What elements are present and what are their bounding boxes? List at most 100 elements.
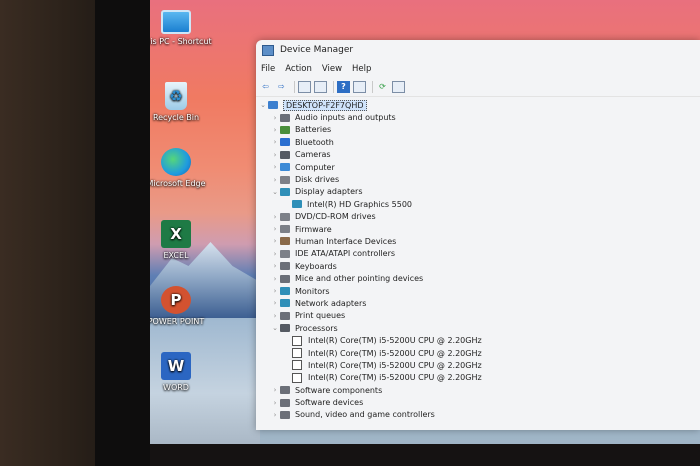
tree-category-label: Processors [295, 323, 338, 333]
menu-view[interactable]: View [317, 64, 347, 74]
desktop-icon-this-pc[interactable]: This PC - Shortcut [150, 10, 216, 47]
tree-category[interactable]: › Software devices [256, 396, 700, 408]
chevron-right-icon[interactable]: › [270, 237, 280, 245]
chevron-right-icon[interactable]: › [270, 312, 280, 320]
tree-category[interactable]: ⌄ Processors [256, 322, 700, 334]
tree-category[interactable]: › Mice and other pointing devices [256, 272, 700, 284]
chevron-right-icon[interactable]: › [270, 411, 280, 419]
tree-category[interactable]: › IDE ATA/ATAPI controllers [256, 248, 700, 260]
desktop-icon-edge[interactable]: Microsoft Edge [150, 148, 216, 189]
tree-category-label: Cameras [295, 150, 331, 160]
disk-icon [280, 175, 290, 184]
chevron-right-icon[interactable]: › [270, 176, 280, 184]
desktop-icon-recycle-bin[interactable]: ♻ Recycle Bin [150, 82, 216, 123]
tree-category[interactable]: › Keyboards [256, 260, 700, 272]
menu-help[interactable]: Help [347, 64, 376, 74]
tree-category[interactable]: › Software components [256, 384, 700, 396]
software-icon [280, 386, 290, 395]
toolbar-separator [372, 80, 373, 93]
tree-category-label: DVD/CD-ROM drives [295, 212, 376, 222]
tree-device-label: Intel(R) Core(TM) i5-5200U CPU @ 2.20GHz [308, 336, 482, 346]
chevron-right-icon[interactable]: › [270, 275, 280, 283]
tree-category[interactable]: › Print queues [256, 310, 700, 322]
tree-category[interactable]: › Computer [256, 161, 700, 173]
menu-action[interactable]: Action [280, 64, 317, 74]
chevron-right-icon[interactable]: › [270, 399, 280, 407]
tree-category-label: Audio inputs and outputs [295, 113, 396, 123]
forward-icon[interactable]: ⇨ [275, 81, 288, 93]
tree-category[interactable]: › Monitors [256, 285, 700, 297]
camera-icon [280, 150, 290, 159]
firmware-icon [280, 225, 290, 234]
help-icon[interactable]: ? [337, 80, 350, 93]
desktop-icon-excel[interactable]: X EXCEL [150, 220, 216, 261]
tree-device[interactable]: Intel(R) Core(TM) i5-5200U CPU @ 2.20GHz [256, 347, 700, 359]
desktop-icon-word[interactable]: W WORD [150, 352, 216, 393]
tree-category-label: IDE ATA/ATAPI controllers [295, 249, 396, 259]
desktop-icon-label: Microsoft Edge [150, 179, 206, 188]
tree-category-label: Firmware [295, 224, 332, 234]
excel-icon: X [161, 220, 191, 248]
tree-category-label: Keyboards [295, 261, 337, 271]
properties-icon[interactable] [298, 80, 311, 93]
menu-file[interactable]: File [256, 64, 280, 74]
hid-icon [280, 237, 290, 246]
tree-device[interactable]: Intel(R) Core(TM) i5-5200U CPU @ 2.20GHz [256, 372, 700, 384]
chevron-right-icon[interactable]: › [270, 386, 280, 394]
title-bar[interactable]: Device Manager [256, 40, 700, 60]
tree-category[interactable]: › Firmware [256, 223, 700, 235]
tree-category[interactable]: › Network adapters [256, 297, 700, 309]
desktop-icon-label: This PC - Shortcut [150, 37, 212, 46]
tree-category[interactable]: ⌄ Display adapters [256, 186, 700, 198]
chevron-right-icon[interactable]: › [270, 151, 280, 159]
toolbar-separator [333, 80, 334, 93]
menu-bar: File Action View Help [256, 60, 700, 77]
chevron-right-icon[interactable]: › [270, 126, 280, 134]
grid-icon[interactable] [314, 80, 327, 93]
chevron-right-icon[interactable]: › [270, 163, 280, 171]
desktop-icon-label: WORD [163, 383, 189, 392]
chevron-right-icon[interactable]: › [270, 114, 280, 122]
tree-category[interactable]: › Cameras [256, 149, 700, 161]
battery-icon [280, 125, 290, 134]
network-icon [280, 299, 290, 308]
chevron-down-icon[interactable]: ⌄ [270, 188, 280, 196]
chevron-right-icon[interactable]: › [270, 138, 280, 146]
details-icon[interactable] [353, 80, 366, 93]
update-driver-icon[interactable]: ⟳ [376, 81, 389, 93]
tree-root[interactable]: ⌄ DESKTOP-F2F7QHD [256, 99, 700, 111]
computer-icon [161, 10, 191, 34]
tree-category[interactable]: › Batteries [256, 124, 700, 136]
tree-category-label: Monitors [295, 286, 330, 296]
display-icon [280, 187, 290, 196]
tree-category[interactable]: › Bluetooth [256, 136, 700, 148]
chevron-down-icon[interactable]: ⌄ [258, 101, 268, 109]
tree-category-label: Network adapters [295, 298, 367, 308]
processor-icon [292, 372, 302, 383]
tree-category[interactable]: › Human Interface Devices [256, 235, 700, 247]
chevron-right-icon[interactable]: › [270, 262, 280, 270]
chevron-right-icon[interactable]: › [270, 225, 280, 233]
tree-category-label: Batteries [295, 125, 332, 135]
tree-category-label: Software devices [295, 398, 364, 408]
chevron-down-icon[interactable]: ⌄ [270, 324, 280, 332]
chevron-right-icon[interactable]: › [270, 250, 280, 258]
desktop-icon-label: POWER POINT [150, 317, 205, 326]
chevron-right-icon[interactable]: › [270, 213, 280, 221]
tree-device[interactable]: Intel(R) Core(TM) i5-5200U CPU @ 2.20GHz [256, 334, 700, 346]
tree-category[interactable]: › Audio inputs and outputs [256, 111, 700, 123]
chevron-right-icon[interactable]: › [270, 287, 280, 295]
tree-device[interactable]: Intel(R) HD Graphics 5500 [256, 198, 700, 210]
chevron-right-icon[interactable]: › [270, 299, 280, 307]
back-icon[interactable]: ⇦ [259, 81, 272, 93]
tree-category[interactable]: › DVD/CD-ROM drives [256, 211, 700, 223]
tree-category[interactable]: › Disk drives [256, 173, 700, 185]
desktop-icon-powerpoint[interactable]: P POWER POINT [150, 286, 216, 327]
monitor-icon[interactable] [392, 80, 405, 93]
speaker-icon [280, 113, 290, 122]
monitor-bezel-bottom [150, 444, 700, 466]
tree-category-label: Print queues [295, 311, 346, 321]
tree-category-label: Human Interface Devices [295, 236, 397, 246]
tree-category[interactable]: › Sound, video and game controllers [256, 409, 700, 421]
tree-device[interactable]: Intel(R) Core(TM) i5-5200U CPU @ 2.20GHz [256, 359, 700, 371]
